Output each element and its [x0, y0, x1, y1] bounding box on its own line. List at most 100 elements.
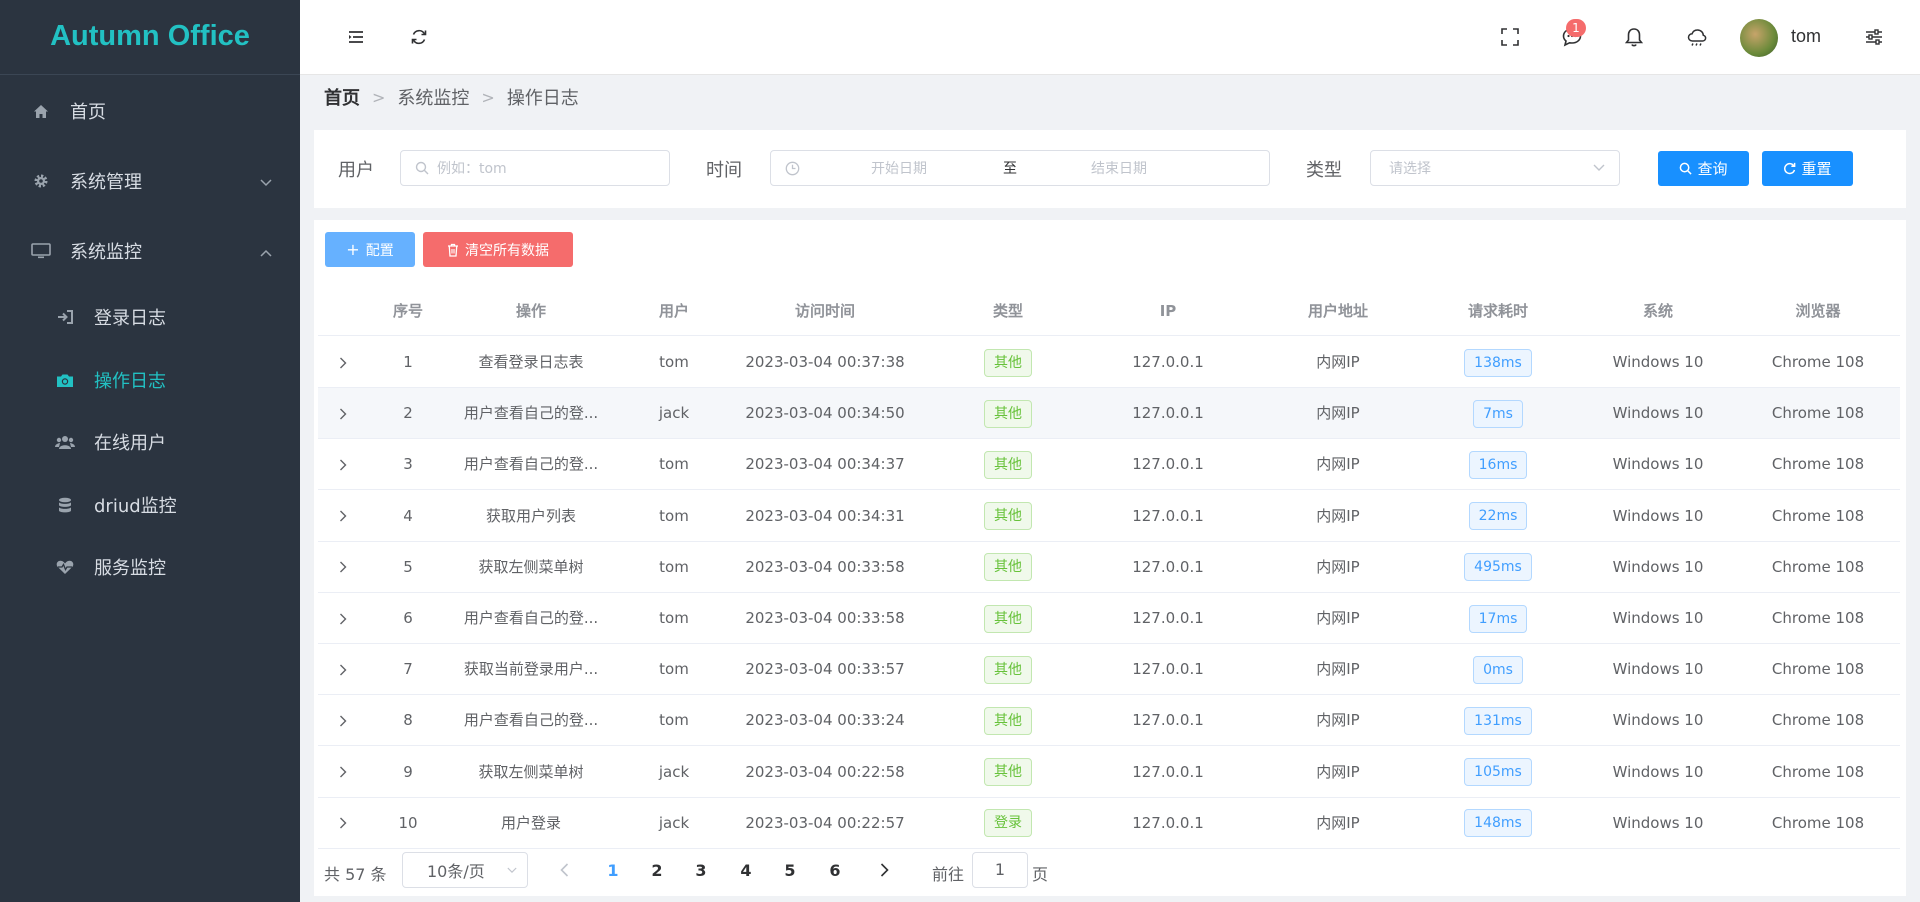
cell-address: 内网IP: [1316, 506, 1360, 525]
app-logo: Autumn Office: [0, 0, 300, 75]
page-number-3[interactable]: 3: [689, 861, 713, 880]
breadcrumb-system-monitor: 系统监控: [397, 88, 470, 109]
prev-page-icon[interactable]: [560, 863, 569, 877]
cell-index: 1: [403, 353, 413, 371]
chevron-down-icon: [260, 171, 272, 192]
sidebar-item-login-log[interactable]: 登录日志: [0, 289, 300, 345]
sidebar-item-operation-log[interactable]: 操作日志: [0, 352, 300, 408]
column-header-address: 用户地址: [1307, 302, 1368, 320]
expand-row-chevron-icon[interactable]: [328, 337, 358, 388]
settings-sliders-icon[interactable]: [1862, 25, 1886, 49]
table-row[interactable]: 3 用户查看自己的登... tom 2023-03-04 00:34:37 其他 127.…: [318, 439, 1900, 491]
menu-toggle-icon[interactable]: [344, 25, 368, 49]
page-number-2[interactable]: 2: [645, 861, 669, 880]
query-button[interactable]: 查询: [1658, 151, 1749, 186]
expand-row-chevron-icon[interactable]: [328, 439, 358, 490]
cell-type: 其他: [968, 695, 1048, 746]
cell-time: 2023-03-04 00:34:37: [745, 455, 905, 474]
cell-duration: 495ms: [1448, 542, 1548, 593]
cell-duration: 16ms: [1448, 439, 1548, 490]
expand-row-chevron-icon[interactable]: [328, 542, 358, 593]
user-avatar[interactable]: [1740, 19, 1778, 57]
reset-button[interactable]: 重置: [1762, 151, 1853, 186]
page-number-5[interactable]: 5: [778, 861, 802, 880]
cell-os: Windows 10: [1612, 506, 1704, 525]
fullscreen-icon[interactable]: [1498, 25, 1522, 49]
cell-ip: 127.0.0.1: [1132, 455, 1204, 474]
cell-type: 其他: [968, 542, 1048, 593]
table-row[interactable]: 6 用户查看自己的登... tom 2023-03-04 00:33:58 其他 127.…: [318, 593, 1900, 644]
cell-os: Windows 10: [1612, 609, 1704, 627]
expand-row-chevron-icon[interactable]: [328, 593, 358, 644]
date-range-picker[interactable]: 开始日期 至 结束日期: [770, 150, 1270, 186]
sidebar-item-system-management[interactable]: 系统管理: [0, 153, 300, 209]
cell-user: tom: [659, 455, 689, 474]
table-row[interactable]: 1 查看登录日志表 tom 2023-03-04 00:37:38 其他 127.0.0.…: [318, 337, 1900, 388]
sidebar-item-druid-monitor[interactable]: driud监控: [0, 477, 300, 533]
expand-row-chevron-icon[interactable]: [328, 747, 358, 798]
cell-type: 其他: [968, 747, 1048, 798]
expand-row-chevron-icon[interactable]: [328, 798, 358, 849]
sidebar-item-online-users[interactable]: 在线用户: [0, 414, 300, 470]
table-row[interactable]: 9 获取左侧菜单树 jack 2023-03-04 00:22:58 其他 127.0.0…: [318, 747, 1900, 798]
breadcrumb-operation-log: 操作日志: [506, 88, 579, 109]
end-date-input[interactable]: 结束日期: [1091, 158, 1147, 178]
cell-time: 2023-03-04 00:33:57: [745, 660, 905, 679]
user-search-input[interactable]: 例如：tom: [400, 150, 670, 186]
cell-type: 登录: [968, 798, 1048, 849]
cell-index: 7: [403, 660, 413, 679]
cell-duration: 131ms: [1448, 695, 1548, 746]
table-row[interactable]: 7 获取当前登录用户... tom 2023-03-04 00:33:57 其他 127.…: [318, 644, 1900, 696]
breadcrumb-home[interactable]: 首页: [324, 84, 360, 110]
cell-index: 2: [403, 404, 413, 423]
weather-cloud-icon[interactable]: [1685, 25, 1709, 49]
table-row[interactable]: 2 用户查看自己的登... jack 2023-03-04 00:34:50 其他 127…: [318, 388, 1900, 440]
duration-tag: 17ms: [1468, 604, 1528, 633]
sidebar-item-system-monitor[interactable]: 系统监控: [0, 223, 300, 279]
sidebar-item-service-monitor[interactable]: 服务监控: [0, 539, 300, 595]
expand-row-chevron-icon[interactable]: [328, 695, 358, 746]
column-header-browser: 浏览器: [1795, 302, 1841, 320]
cell-ip: 127.0.0.1: [1132, 813, 1204, 832]
table-row[interactable]: 4 获取用户列表 tom 2023-03-04 00:34:31 其他 127.0.0.1…: [318, 491, 1900, 542]
table-row[interactable]: 10 用户登录 jack 2023-03-04 00:22:57 登录 127.0.0.1…: [318, 798, 1900, 849]
cell-address: 内网IP: [1316, 609, 1360, 627]
refresh-icon[interactable]: [407, 25, 431, 49]
search-icon: [1679, 162, 1693, 175]
table-row[interactable]: 8 用户查看自己的登... tom 2023-03-04 00:33:24 其他 127.…: [318, 695, 1900, 747]
cell-operation: 用户查看自己的登...: [463, 609, 599, 627]
duration-tag: 16ms: [1468, 450, 1528, 479]
expand-row-chevron-icon[interactable]: [328, 644, 358, 695]
sidebar-item-home[interactable]: 首页: [0, 83, 300, 139]
cell-address: 内网IP: [1316, 813, 1360, 832]
user-search-placeholder: 例如：tom: [437, 161, 507, 177]
column-header-ip: IP: [1159, 302, 1177, 320]
heartbeat-icon: [54, 556, 76, 578]
page-number-1[interactable]: 1: [601, 861, 625, 880]
config-button[interactable]: + 配置: [325, 232, 415, 267]
page-size-select[interactable]: 10条/页: [402, 852, 528, 888]
clear-all-button[interactable]: 清空所有数据: [423, 232, 573, 267]
next-page-icon[interactable]: [880, 863, 889, 877]
duration-tag: 22ms: [1468, 502, 1528, 531]
column-header-index: 序号: [393, 302, 424, 320]
page-number-6[interactable]: 6: [823, 861, 847, 880]
start-date-input[interactable]: 开始日期: [871, 158, 927, 178]
type-select[interactable]: 请选择: [1370, 150, 1620, 186]
cell-address: 内网IP: [1316, 660, 1360, 679]
expand-row-chevron-icon[interactable]: [328, 491, 358, 542]
cell-browser: Chrome 108: [1771, 557, 1865, 576]
home-icon: [30, 100, 52, 122]
config-button-label: 配置: [365, 242, 394, 259]
page-number-4[interactable]: 4: [734, 861, 758, 880]
goto-page-input[interactable]: 1: [972, 852, 1028, 888]
expand-row-chevron-icon[interactable]: [328, 388, 358, 439]
goto-suffix: 页: [1032, 865, 1049, 884]
bell-icon[interactable]: [1622, 25, 1646, 49]
sidebar-item-label: driud监控: [94, 496, 177, 517]
cell-operation: 获取左侧菜单树: [478, 762, 584, 781]
duration-tag: 105ms: [1464, 758, 1532, 787]
cell-ip: 127.0.0.1: [1132, 762, 1204, 781]
table-row[interactable]: 5 获取左侧菜单树 tom 2023-03-04 00:33:58 其他 127.0.0.…: [318, 542, 1900, 593]
username-label[interactable]: tom: [1791, 26, 1821, 47]
